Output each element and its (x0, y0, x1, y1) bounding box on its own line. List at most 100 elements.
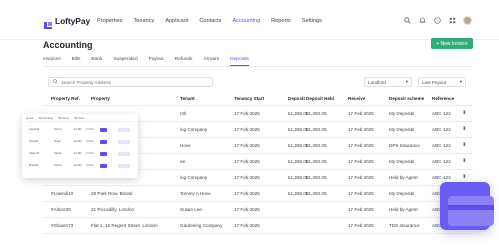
column-header[interactable]: Tenancy Start (234, 96, 264, 101)
column-header[interactable]: Reference (432, 96, 454, 101)
preview-tab[interactable]: Ignore (26, 117, 33, 120)
table-row[interactable]: #Lowndi10 28 Park Row, Bristol Tommy n Hov… (43, 186, 473, 202)
payout-select[interactable]: Last Payout ▾ (418, 77, 466, 87)
search-input[interactable] (61, 79, 201, 85)
payout-select-label: Last Payout (422, 79, 447, 85)
cell-property: 21 Piccadilly, London (91, 207, 135, 212)
status-badge (118, 140, 130, 144)
cell-receive: 17 Feb 2025 (348, 191, 374, 196)
nav-item-tenancy[interactable]: Tenancy (134, 18, 155, 24)
cell-start: 17 Feb 2025 (234, 223, 260, 228)
cell-tenant: Susan Lee (180, 207, 202, 212)
status-badge (118, 164, 130, 168)
cell-receive: 17 Feb 2025 (348, 175, 374, 180)
tab-deposits[interactable]: Deposits (230, 57, 249, 66)
preview-action-button[interactable] (100, 128, 107, 132)
preview-divider (26, 121, 134, 122)
search-icon[interactable] (403, 16, 412, 25)
nav-item-settings[interactable]: Settings (302, 18, 322, 24)
column-header[interactable]: Tenant (180, 96, 195, 101)
column-header[interactable]: Deposit scheme (389, 96, 424, 101)
preview-cell-b: Garden (54, 152, 62, 155)
cell-scheme: My Deposits (389, 127, 415, 132)
cell-reference: ABC-123 (432, 127, 451, 132)
nav-item-contacts[interactable]: Contacts (199, 18, 221, 24)
landlord-select[interactable]: Landlord ▾ (364, 77, 412, 87)
cell-scheme: My Deposits (389, 159, 415, 164)
nav-item-accounting[interactable]: Accounting (232, 18, 260, 24)
cell-start: 17 Feb 2025 (234, 159, 260, 164)
chevron-down-icon: ▾ (405, 79, 408, 84)
preview-row[interactable]: Glawrn73 Garden £1,250 17 Feb (26, 150, 134, 160)
tab-invoices[interactable]: Invoices (43, 57, 61, 66)
new-invoice-button[interactable]: + New Invoice (431, 38, 473, 49)
cell-held: £1,250.00 (306, 191, 327, 196)
cell-receive: 17 Feb 2025 (348, 207, 374, 212)
top-icons: ? (403, 16, 472, 25)
column-header[interactable]: Property (91, 96, 110, 101)
cell-scheme: TDS Insurance (389, 223, 420, 228)
cell-tenant: ing Company (180, 127, 208, 132)
preview-row[interactable]: Lowndi10 Tommy £1,250 17 Feb (26, 126, 134, 136)
more-options-icon[interactable]: ••• (460, 142, 466, 145)
more-options-icon[interactable]: ••• (460, 126, 466, 129)
preview-cell-c: £1,250 (74, 152, 82, 155)
column-header[interactable]: Deposit (288, 96, 305, 101)
preview-cell-a: Glawrn73 (29, 152, 40, 155)
preview-tab[interactable]: Tab Done (58, 117, 69, 120)
column-header[interactable]: Property Ref. (51, 96, 80, 101)
accounting-tabs: Invoices Bills Bank Suspended Payout Refunds A… (43, 57, 260, 66)
preview-tab[interactable]: Tab Ours (74, 117, 85, 120)
cell-receive: 17 Feb 2025 (348, 127, 374, 132)
preview-cell-d: 17 Feb (86, 164, 94, 167)
cell-tenant: Hove (180, 143, 191, 148)
cell-reference: ABC-123 (432, 175, 451, 180)
more-options-icon[interactable]: ••• (460, 174, 466, 177)
preview-row[interactable]: Bristol02 Tommy £1,250 17 Feb (26, 162, 134, 172)
more-options-icon[interactable]: ••• (460, 158, 466, 161)
table-row[interactable]: #Altonr28 21 Piccadilly, London Susan Lee 1… (43, 202, 473, 218)
floating-preview-panel: Ignore Tab Pending Tab Done Tab Ours Lowndi… (22, 114, 138, 178)
tab-payout[interactable]: Payout (149, 57, 164, 66)
preview-tabs: Ignore Tab Pending Tab Done Tab Ours (26, 117, 84, 120)
preview-action-button[interactable] (100, 164, 107, 168)
tab-arrears[interactable]: Arrears (203, 57, 219, 66)
cell-start: 17 Feb 2025 (234, 191, 260, 196)
nav-item-properties[interactable]: Properties (97, 18, 123, 24)
cell-reference: ABC-123 (432, 111, 451, 116)
tab-bank[interactable]: Bank (91, 57, 102, 66)
preview-row[interactable]: Altonr28 Susan £1,250 17 Feb (26, 138, 134, 148)
nav-item-reports[interactable]: Reports (271, 18, 291, 24)
preview-action-button[interactable] (100, 152, 107, 156)
preview-action-button[interactable] (100, 140, 107, 144)
table-row[interactable]: #Glawrn73 Flat 1, 15 Regent Street, Londo… (43, 218, 473, 234)
cell-held: £1,250.00 (306, 175, 327, 180)
column-header[interactable]: Deposit Held (306, 96, 334, 101)
tab-refunds[interactable]: Refunds (175, 57, 193, 66)
help-icon[interactable]: ? (433, 16, 442, 25)
more-options-icon[interactable]: ••• (460, 110, 466, 113)
cell-receive: 17 Feb 2025 (348, 159, 374, 164)
cell-start: 17 Feb 2025 (234, 143, 260, 148)
preview-tab[interactable]: Tab Pending (38, 117, 52, 120)
apps-grid-icon[interactable] (448, 16, 457, 25)
logo[interactable]: LoftyPay (43, 16, 90, 29)
cell-scheme: My Deposits (389, 191, 415, 196)
cell-start: 17 Feb 2025 (234, 207, 260, 212)
search-icon (53, 78, 58, 86)
nav-item-applicant[interactable]: Applicant (165, 18, 188, 24)
preview-cell-c: £1,250 (74, 140, 82, 143)
cell-held: £1,250.00 (306, 127, 327, 132)
tab-suspended[interactable]: Suspended (113, 57, 137, 66)
tab-bills[interactable]: Bills (72, 57, 81, 66)
cell-held: £1,250.00 (306, 111, 327, 116)
bell-icon[interactable] (418, 16, 427, 25)
column-header[interactable]: Receive (348, 96, 365, 101)
cell-tenant: ee (180, 159, 186, 164)
search-field[interactable] (48, 77, 213, 87)
top-navigation: LoftyPay Properties Tenancy Applicant Conta… (0, 0, 499, 40)
main-nav: Properties Tenancy Applicant Contacts Accoun… (97, 18, 333, 24)
preview-cell-c: £1,250 (74, 164, 82, 167)
cell-receive: 17 Feb 2025 (348, 143, 374, 148)
avatar[interactable] (463, 16, 472, 25)
